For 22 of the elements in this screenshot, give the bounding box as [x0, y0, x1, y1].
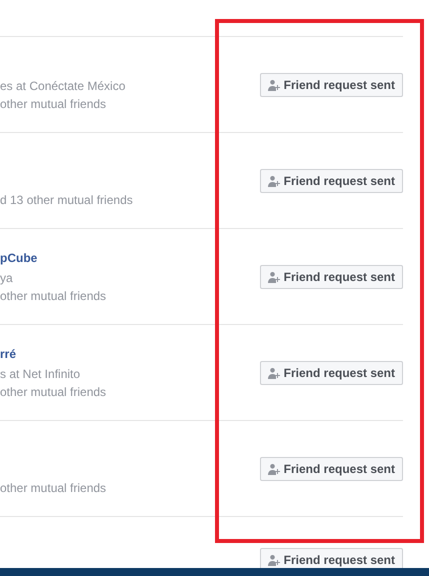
mutual-friends: d 13 other mutual friends	[0, 192, 133, 209]
person-detail: es at Conéctate México	[0, 78, 126, 95]
friend-request-sent-button[interactable]: Friend request sent	[260, 169, 403, 193]
friend-request-sent-button[interactable]: Friend request sent	[260, 548, 403, 568]
mutual-friends: other mutual friends	[0, 96, 108, 113]
mutual-friends: other mutual friends	[0, 384, 106, 401]
mutual-friends: other mutual friends	[0, 288, 106, 305]
friend-request-sent-button[interactable]: Friend request sent	[260, 361, 403, 385]
person-name[interactable]: pCube	[0, 250, 106, 270]
add-person-icon	[268, 176, 280, 186]
mutual-friends: other mutual friends	[0, 480, 106, 497]
friend-request-sent-button[interactable]: Friend request sent	[260, 265, 403, 289]
add-person-icon	[268, 272, 280, 282]
person-name[interactable]: rré	[0, 346, 106, 366]
friend-request-sent-button[interactable]: Friend request sent	[260, 73, 403, 97]
person-detail: s at Net Infinito	[0, 366, 82, 383]
add-person-icon	[268, 464, 280, 474]
add-person-icon	[268, 368, 280, 378]
friend-request-sent-button[interactable]: Friend request sent	[260, 457, 403, 481]
add-person-icon	[268, 80, 280, 90]
person-detail: ya	[0, 270, 14, 287]
add-person-icon	[268, 554, 280, 566]
